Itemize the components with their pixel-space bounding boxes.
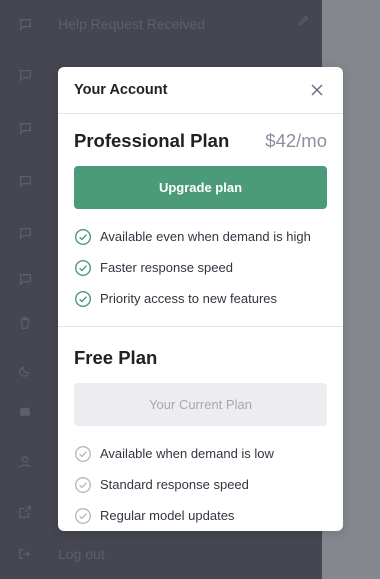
feature-text: Priority access to new features — [100, 291, 278, 306]
list-item: Available when demand is low — [74, 438, 327, 469]
list-item: Regular model updates — [74, 500, 327, 531]
feature-text: Standard response speed — [100, 477, 249, 492]
current-plan-button: Your Current Plan — [74, 383, 327, 426]
sidebar-item-conversation[interactable] — [18, 268, 58, 290]
trash-icon — [18, 316, 32, 330]
close-icon — [311, 84, 323, 96]
check-circle-icon — [74, 445, 92, 463]
sidebar-item-conversation[interactable] — [18, 170, 58, 192]
feature-text: Faster response speed — [100, 260, 233, 275]
account-modal: Your Account Professional Plan $42/mo Up… — [58, 67, 343, 531]
user-icon — [18, 455, 32, 469]
sidebar-item-clear[interactable] — [18, 312, 58, 334]
list-item: Available even when demand is high — [74, 221, 327, 252]
sidebar-item-conversation[interactable] — [18, 222, 58, 244]
chat-bubble-icon — [18, 226, 32, 240]
edit-icon[interactable] — [297, 14, 310, 32]
sidebar-item-theme[interactable] — [18, 360, 58, 382]
chat-bubble-icon — [18, 121, 32, 135]
sidebar-item-account[interactable] — [18, 451, 58, 473]
chat-bubble-icon — [18, 174, 32, 188]
external-link-icon — [18, 505, 32, 519]
close-button[interactable] — [307, 80, 327, 100]
feature-text: Available even when demand is high — [100, 229, 311, 244]
feature-list: Available when demand is low Standard re… — [74, 438, 327, 531]
professional-plan-section: Professional Plan $42/mo Upgrade plan Av… — [58, 114, 343, 327]
moon-icon — [18, 364, 32, 378]
chat-bubble-icon — [18, 272, 32, 286]
check-circle-icon — [74, 507, 92, 525]
discord-icon — [18, 405, 32, 419]
plan-name: Free Plan — [74, 347, 158, 368]
check-circle-icon — [74, 476, 92, 494]
upgrade-plan-button[interactable]: Upgrade plan — [74, 166, 327, 209]
modal-title: Your Account — [74, 82, 168, 98]
sidebar-item-discord[interactable] — [18, 401, 58, 423]
list-item: Faster response speed — [74, 252, 327, 283]
sidebar-item-help[interactable] — [18, 501, 58, 523]
list-item: Standard response speed — [74, 469, 327, 500]
feature-text: Regular model updates — [100, 508, 235, 523]
sidebar-item-conversation[interactable] — [18, 117, 58, 139]
check-circle-icon — [74, 228, 92, 246]
check-circle-icon — [74, 290, 92, 308]
chat-bubble-icon — [18, 68, 32, 82]
logout-icon — [18, 547, 32, 561]
modal-header: Your Account — [58, 67, 343, 114]
feature-text: Available when demand is low — [100, 446, 274, 461]
sidebar-item-conversation[interactable] — [18, 64, 58, 86]
plan-name: Professional Plan — [74, 130, 230, 151]
check-circle-icon — [74, 259, 92, 277]
sidebar-item-conversation[interactable]: Help Request Received — [18, 13, 205, 35]
chat-bubble-icon — [18, 17, 32, 31]
plan-price: $42/mo — [265, 130, 327, 151]
sidebar-item-label: Log out — [58, 546, 105, 562]
sidebar-item-label: Help Request Received — [58, 16, 206, 32]
list-item: Priority access to new features — [74, 283, 327, 314]
sidebar-item-logout[interactable]: Log out — [18, 543, 105, 565]
free-plan-section: Free Plan Your Current Plan Available wh… — [58, 327, 343, 531]
feature-list: Available even when demand is high Faste… — [74, 221, 327, 314]
